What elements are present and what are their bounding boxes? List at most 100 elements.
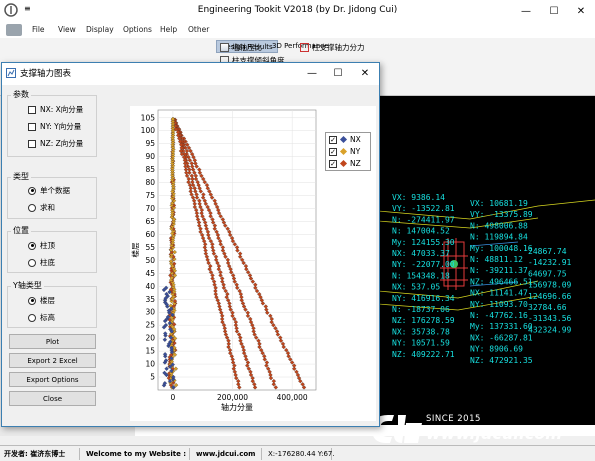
legend-ny[interactable]: ✓ NY — [329, 147, 360, 156]
canvas-force-label: N: 498006.88 — [470, 221, 528, 230]
tool-brace-axial[interactable]: 柱支撑轴力分力 — [300, 42, 365, 53]
y-tick-label: 5 — [150, 373, 155, 382]
dialog-minimize-button[interactable]: — — [298, 63, 326, 83]
canvas-force-label: My: 124155.30 — [392, 238, 455, 247]
y-tick-label: 45 — [145, 269, 155, 278]
plot-button[interactable]: Plot — [9, 334, 96, 349]
canvas-force-label: N: -39211.37 — [470, 266, 528, 275]
y-tick-label: 35 — [145, 295, 155, 304]
dialog-close-button[interactable]: ✕ — [351, 63, 379, 83]
ny-checkbox[interactable] — [28, 122, 36, 131]
canvas-force-label: VX: 9386.14 — [392, 193, 445, 202]
menu-other[interactable]: Other — [188, 25, 209, 34]
canvas-force-label: NX: 11141.47 — [470, 289, 528, 298]
radio-elevation[interactable]: 标高 — [28, 312, 55, 323]
radio-floor[interactable]: 楼层 — [28, 295, 55, 306]
x-axis-title: 轴力分量 — [221, 402, 253, 412]
dialog-maximize-button[interactable]: ☐ — [324, 63, 352, 83]
legend-nz-checkbox[interactable]: ✓ — [329, 159, 337, 168]
wall-chart-icon — [220, 43, 229, 52]
close-window-button[interactable]: ✕ — [567, 0, 595, 22]
menu-display[interactable]: Display — [86, 25, 114, 34]
params-group-label: 参数 — [11, 89, 31, 100]
canvas-force-label: -14232.91 — [528, 258, 572, 267]
canvas-force-label: NY: 8906.69 — [470, 345, 523, 354]
radio-single-data[interactable]: 单个数据 — [28, 185, 70, 196]
menu-help[interactable]: Help — [160, 25, 177, 34]
statusbar: 开发者: 崔济东博士 Welcome to my Website : www.j… — [0, 445, 595, 461]
check-ny[interactable]: NY: Y向分量 — [28, 121, 81, 132]
close-button[interactable]: Close — [9, 391, 96, 406]
check-nx-label: NX: X向分量 — [40, 105, 84, 114]
y-tick-label: 25 — [145, 321, 155, 330]
y-axis-title: 楼层 — [130, 242, 140, 257]
canvas-force-label: NZ: 409222.71 — [392, 350, 455, 359]
maximize-button[interactable]: ☐ — [540, 0, 568, 22]
legend-ny-marker — [339, 147, 348, 156]
radio-column-top[interactable]: 柱顶 — [28, 240, 55, 251]
legend-nx[interactable]: ✓ NX — [329, 135, 361, 144]
export-excel-button[interactable]: Export 2 Excel — [9, 353, 96, 368]
canvas-force-label: NY: -22077.00 — [392, 260, 455, 269]
tool-wall-ratio[interactable]: 墙轴压比 — [220, 42, 262, 53]
canvas-force-label: N: 119894.84 — [470, 233, 528, 242]
column-bottom-radio[interactable] — [28, 258, 36, 267]
y-tick-label: 30 — [145, 308, 155, 317]
type-group-label: 类型 — [11, 171, 31, 182]
check-nz[interactable]: NZ: Z向分量 — [28, 138, 83, 149]
single-data-radio[interactable] — [28, 186, 36, 195]
status-welcome: Welcome to my Website : — [82, 448, 190, 460]
canvas-force-label: NX: 47033.37 — [392, 249, 450, 258]
status-developer: 开发者: 崔济东博士 — [0, 448, 80, 460]
y-tick-label: 105 — [141, 113, 156, 122]
status-url-link[interactable]: www.jdcui.com — [192, 448, 262, 460]
minimize-button[interactable]: — — [512, 0, 540, 22]
legend-nx-checkbox[interactable]: ✓ — [329, 135, 337, 144]
y-tick-label: 75 — [145, 191, 155, 200]
window-title: Engineering Tookit V2018 (by Dr. Jidong … — [197, 5, 398, 15]
radio-sum[interactable]: 求和 — [28, 202, 55, 213]
legend-ny-checkbox[interactable]: ✓ — [329, 147, 337, 156]
canvas-force-label: NY: 416916.34 — [392, 294, 455, 303]
floor-radio[interactable] — [28, 296, 36, 305]
elevation-radio[interactable] — [28, 313, 36, 322]
sum-radio[interactable] — [28, 203, 36, 212]
y-tick-label: 10 — [145, 360, 155, 369]
canvas-force-label: VX: 10681.19 — [470, 199, 528, 208]
main-titlebar: ≡ Engineering Tookit V2018 (by Dr. Jidon… — [0, 0, 595, 22]
canvas-force-label: 432324.99 — [528, 325, 572, 334]
canvas-force-label: NX: 35738.78 — [392, 327, 450, 336]
canvas-force-label: -31343.56 — [528, 314, 572, 323]
watermark-since: SINCE 2015 — [426, 414, 481, 424]
column-top-radio[interactable] — [28, 241, 36, 250]
dialog-icon — [6, 68, 16, 78]
canvas-force-label: N: 48811.12 — [470, 255, 523, 264]
radio-elevation-label: 标高 — [40, 313, 55, 322]
legend-nx-marker — [339, 135, 348, 144]
canvas-force-label: My: 137331.60 — [470, 322, 533, 331]
axial-force-chart: 5 10 15 20 25 30 35 40 45 50 55 60 65 70 75 80 85 90 95 100… — [130, 106, 376, 421]
menu-view[interactable]: View — [58, 25, 76, 34]
check-ny-label: NY: Y向分量 — [40, 122, 82, 131]
export-options-button[interactable]: Export Options — [9, 372, 96, 387]
canvas-force-label: N: -47762.16 — [470, 311, 528, 320]
y-tick-label: 40 — [145, 282, 155, 291]
x-tick-label: 200,000 — [217, 393, 248, 402]
canvas-force-label: NZ: 472921.35 — [470, 356, 533, 365]
nx-checkbox[interactable] — [28, 105, 36, 114]
nz-checkbox[interactable] — [28, 139, 36, 148]
y-tick-label: 95 — [145, 139, 155, 148]
y-tick-label: 65 — [145, 217, 155, 226]
y-tick-label: 85 — [145, 165, 155, 174]
canvas-force-label: 32784.66 — [528, 303, 567, 312]
tool-brace-axial-label: 柱支撑轴力分力 — [312, 43, 365, 52]
menu-options[interactable]: Options — [123, 25, 152, 34]
canvas-force-label: N: -18737.06 — [392, 305, 450, 314]
canvas-force-label: VY: -13522.81 — [392, 204, 455, 213]
legend-nz[interactable]: ✓ NZ — [329, 159, 361, 168]
check-nx[interactable]: NX: X向分量 — [28, 104, 83, 115]
radio-column-bottom[interactable]: 柱底 — [28, 257, 55, 268]
model-canvas[interactable]: VX: 9386.14 VY: -13522.81 N: -274411.97 N: … — [378, 96, 595, 436]
canvas-force-label: NY: 11093.70 — [470, 300, 528, 309]
menu-file[interactable]: File — [32, 25, 45, 34]
